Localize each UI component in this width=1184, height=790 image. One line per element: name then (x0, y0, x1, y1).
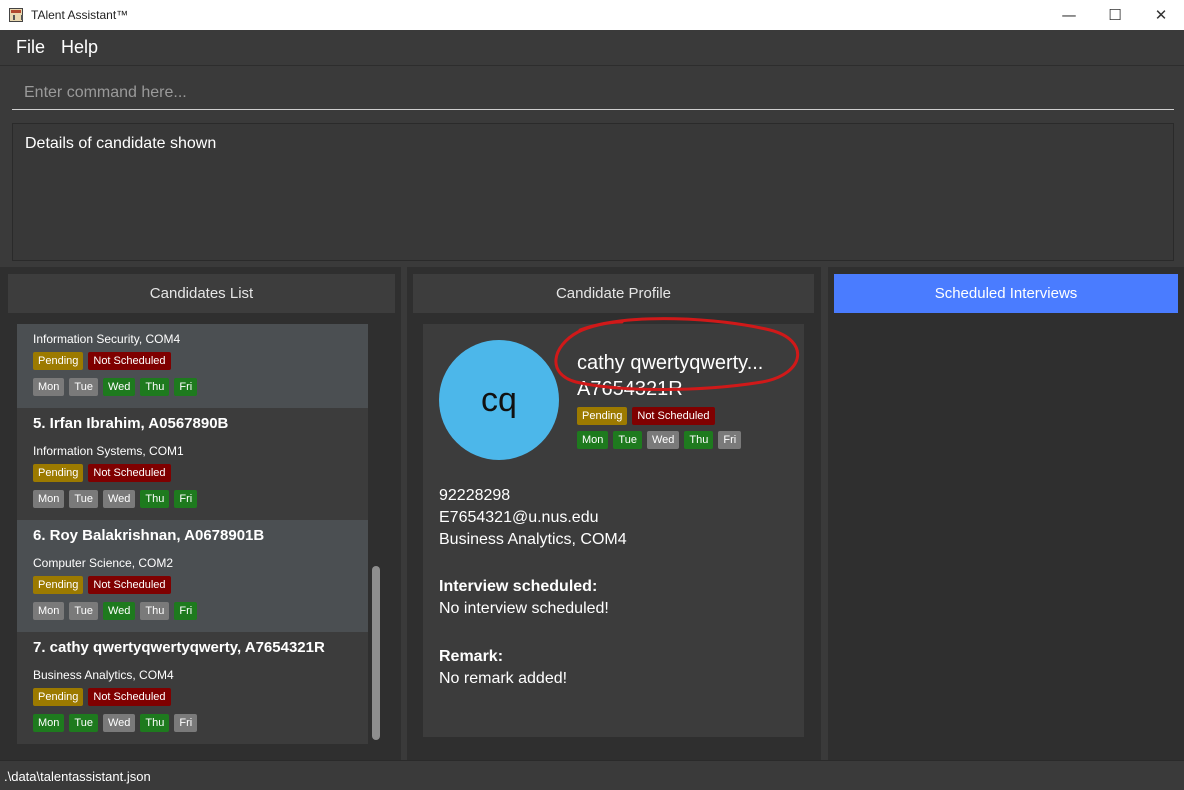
remark-value: No remark added! (439, 670, 568, 687)
candidate-list[interactable]: Information Security, COM4 Pending Not S… (17, 324, 368, 744)
schedule-badge: Not Scheduled (88, 464, 171, 482)
status-tags: Pending Not Scheduled (33, 688, 171, 706)
day-tag-fri: Fri (174, 602, 198, 620)
day-tag-mon: Mon (33, 602, 65, 620)
list-item[interactable]: Information Security, COM4 Pending Not S… (17, 324, 368, 408)
day-tag-mon: Mon (33, 714, 65, 732)
profile-phone: 92228298 (439, 487, 511, 504)
minimize-button[interactable]: — (1046, 0, 1092, 30)
day-tag-mon: Mon (33, 378, 65, 396)
command-input[interactable] (12, 76, 1174, 110)
status-badge: Pending (577, 407, 628, 425)
day-tag-fri: Fri (174, 714, 198, 732)
schedule-badge: Not Scheduled (88, 352, 171, 370)
day-tag-mon: Mon (33, 490, 65, 508)
status-tags: Pending Not Scheduled (33, 464, 171, 482)
day-tag-thu: Thu (140, 602, 170, 620)
title-bar: TAlent Assistant™ — ☐ ✕ (0, 0, 1184, 30)
profile-email: E7654321@u.nus.edu (439, 509, 599, 526)
status-badge: Pending (33, 464, 84, 482)
day-tag-tue: Tue (69, 490, 98, 508)
list-scrollbar-thumb[interactable] (372, 566, 380, 740)
day-tag-wed: Wed (102, 602, 136, 620)
interview-heading: Interview scheduled: (439, 578, 598, 595)
scheduled-interviews-header[interactable]: Scheduled Interviews (834, 274, 1178, 313)
day-tag-fri: Fri (174, 490, 198, 508)
profile-availability-tags: Mon Tue Wed Thu Fri (577, 431, 742, 449)
day-tag-wed: Wed (102, 714, 136, 732)
candidate-name: 7. cathy qwertyqwertyqwerty, A7654321R (33, 639, 325, 656)
list-item[interactable]: 7. cathy qwertyqwertyqwerty, A7654321R B… (17, 632, 368, 744)
scheduled-interviews-panel: Scheduled Interviews (828, 267, 1184, 760)
candidate-name: 5. Irfan Ibrahim, A0567890B (33, 415, 229, 432)
status-badge: Pending (33, 688, 84, 706)
availability-tags: Mon Tue Wed Thu Fri (33, 490, 198, 508)
candidate-program: Information Systems, COM1 (33, 444, 184, 458)
day-tag-fri: Fri (718, 431, 742, 449)
window-controls: — ☐ ✕ (1046, 0, 1184, 30)
availability-tags: Mon Tue Wed Thu Fri (33, 378, 198, 396)
candidates-list-header: Candidates List (8, 274, 395, 313)
candidate-profile-header: Candidate Profile (413, 274, 814, 313)
avatar: cq (439, 340, 559, 460)
candidate-program: Computer Science, COM2 (33, 556, 174, 570)
day-tag-wed: Wed (102, 378, 136, 396)
day-tag-wed: Wed (646, 431, 680, 449)
day-tag-tue: Tue (69, 714, 98, 732)
schedule-badge: Not Scheduled (88, 576, 171, 594)
maximize-button[interactable]: ☐ (1092, 0, 1138, 30)
status-tags: Pending Not Scheduled (33, 352, 171, 370)
window-title: TAlent Assistant™ (31, 8, 129, 22)
profile-status-tags: Pending Not Scheduled (577, 407, 715, 425)
profile-program: Business Analytics, COM4 (439, 531, 627, 548)
status-bar: .\data\talentassistant.json (0, 760, 1184, 790)
day-tag-mon: Mon (577, 431, 609, 449)
status-badge: Pending (33, 352, 84, 370)
app-window: TAlent Assistant™ — ☐ ✕ File Help Detail… (0, 0, 1184, 790)
candidate-program: Business Analytics, COM4 (33, 668, 174, 682)
day-tag-thu: Thu (140, 714, 170, 732)
availability-tags: Mon Tue Wed Thu Fri (33, 714, 198, 732)
app-icon (9, 8, 23, 22)
data-file-path: .\data\talentassistant.json (4, 769, 151, 784)
result-display: Details of candidate shown (12, 123, 1174, 261)
menu-file[interactable]: File (8, 37, 53, 58)
day-tag-fri: Fri (174, 378, 198, 396)
day-tag-tue: Tue (613, 431, 642, 449)
day-tag-tue: Tue (69, 378, 98, 396)
annotation-circle (554, 317, 800, 391)
remark-heading: Remark: (439, 648, 504, 665)
result-text: Details of candidate shown (25, 135, 217, 152)
candidate-name: 6. Roy Balakrishnan, A0678901B (33, 527, 265, 544)
day-tag-tue: Tue (69, 602, 98, 620)
list-item[interactable]: 5. Irfan Ibrahim, A0567890B Information … (17, 408, 368, 520)
menu-help[interactable]: Help (53, 37, 106, 58)
interview-value: No interview scheduled! (439, 600, 609, 617)
status-tags: Pending Not Scheduled (33, 576, 171, 594)
command-area (0, 67, 1184, 115)
schedule-badge: Not Scheduled (88, 688, 171, 706)
close-button[interactable]: ✕ (1138, 0, 1184, 30)
availability-tags: Mon Tue Wed Thu Fri (33, 602, 198, 620)
day-tag-thu: Thu (140, 490, 170, 508)
menu-bar: File Help (0, 30, 1184, 66)
status-badge: Pending (33, 576, 84, 594)
day-tag-wed: Wed (102, 490, 136, 508)
candidate-program: Information Security, COM4 (33, 332, 181, 346)
list-item[interactable]: 6. Roy Balakrishnan, A0678901B Computer … (17, 520, 368, 632)
day-tag-thu: Thu (684, 431, 714, 449)
day-tag-thu: Thu (140, 378, 170, 396)
schedule-badge: Not Scheduled (632, 407, 715, 425)
